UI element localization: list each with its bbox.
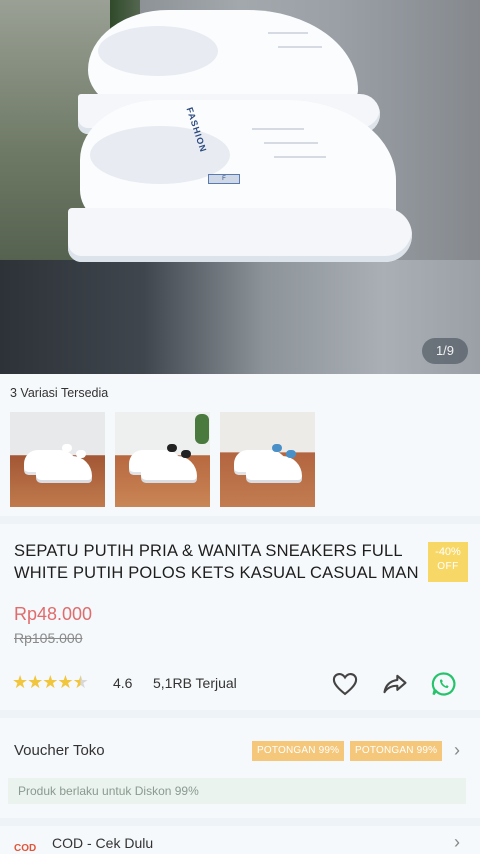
voucher-note: Produk berlaku untuk Diskon 99% <box>8 778 466 804</box>
half-star-icon: ★ <box>72 672 89 692</box>
share-icon[interactable] <box>381 670 409 698</box>
rating-stars: ★★★★★ <box>12 672 89 693</box>
cod-label: COD - Cek Dulu <box>52 835 154 851</box>
star-icon: ★ <box>42 672 58 692</box>
asphalt-background <box>0 260 480 374</box>
star-icon: ★ <box>27 672 43 692</box>
rating-value: 4.6 <box>113 675 133 691</box>
voucher-tag-1: POTONGAN 99% <box>252 741 345 761</box>
heart-icon[interactable] <box>331 670 359 698</box>
product-image-gallery[interactable]: FASHION F 1/9 <box>0 0 480 374</box>
image-page-counter: 1/9 <box>422 338 468 364</box>
discount-badge: -40% OFF <box>428 542 468 582</box>
shoe-side-label-icon: F <box>208 174 240 184</box>
variations-title: 3 Variasi Tersedia <box>10 386 109 400</box>
star-icon: ★ <box>57 672 73 692</box>
whatsapp-icon[interactable] <box>430 670 458 698</box>
voucher-tag-2: POTONGAN 99% <box>350 741 443 761</box>
variation-thumbnail-1[interactable] <box>10 412 105 507</box>
sold-count: 5,1RB Terjual <box>153 675 237 691</box>
variation-thumbnail-3[interactable] <box>220 412 315 507</box>
chevron-right-icon[interactable]: › <box>454 832 460 853</box>
cod-icon: COD <box>14 843 37 854</box>
star-icon: ★ <box>12 672 28 692</box>
cod-section[interactable]: COD COD - Cek Dulu › <box>0 826 480 854</box>
voucher-title: Voucher Toko <box>14 742 105 759</box>
product-title: SEPATU PUTIH PRIA & WANITA SNEAKERS FULL… <box>14 542 419 582</box>
variations-section: 3 Variasi Tersedia <box>0 374 480 516</box>
product-info-section: SEPATU PUTIH PRIA & WANITA SNEAKERS FULL… <box>0 524 480 710</box>
original-price: Rp105.000 <box>14 630 83 646</box>
current-price: Rp48.000 <box>14 604 93 624</box>
chevron-right-icon[interactable]: › <box>454 740 460 761</box>
shop-voucher-section[interactable]: Voucher Toko POTONGAN 99% POTONGAN 99% ›… <box>0 718 480 818</box>
variation-thumbnail-2[interactable] <box>115 412 210 507</box>
front-sneaker-image: FASHION F <box>68 88 414 268</box>
